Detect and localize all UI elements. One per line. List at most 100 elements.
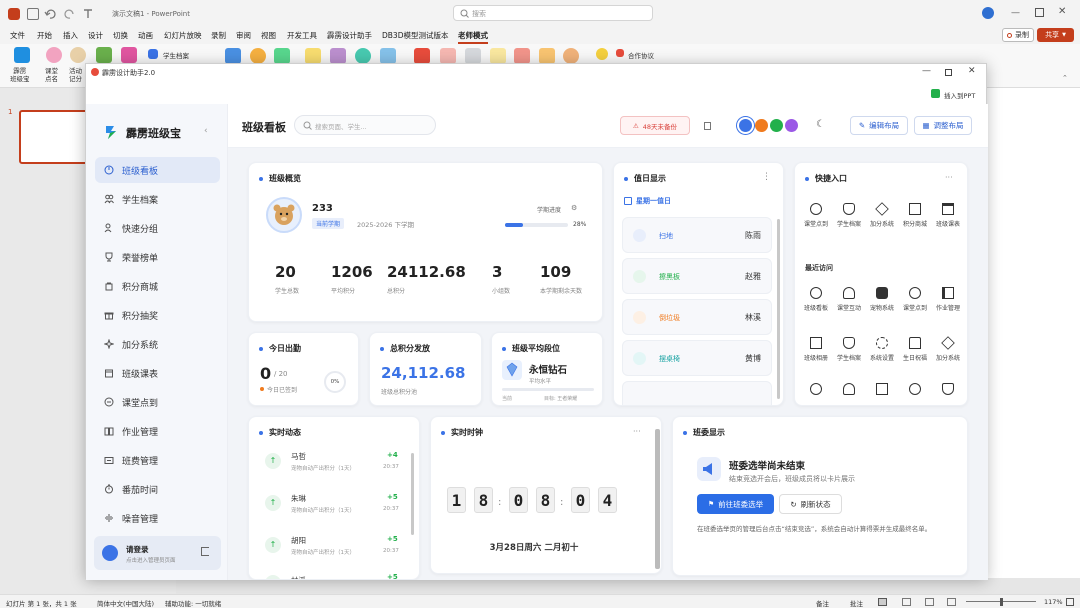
quick-item-timetable[interactable]: 班级课表: [931, 203, 965, 228]
duty-scrollbar[interactable]: [777, 219, 780, 399]
feed-item[interactable]: ↑ 马哲 宠物自动产出积分（1天） +4 20:37: [261, 447, 403, 487]
theme-color-custom[interactable]: [785, 119, 798, 132]
menu-home[interactable]: 开始: [37, 30, 52, 41]
sidebar-item-checkin[interactable]: 课堂点到: [95, 389, 220, 415]
window-maximize-icon[interactable]: [945, 69, 952, 76]
page-search-input[interactable]: 搜索页面、学生...: [294, 115, 436, 135]
recent-item-partial[interactable]: [799, 383, 833, 399]
fullscreen-icon[interactable]: [704, 122, 711, 130]
quick-item-bonus[interactable]: 加分系统: [865, 202, 899, 228]
tool-icon-10[interactable]: [355, 48, 371, 64]
menu-pili-assistant[interactable]: 霹雳设计助手: [327, 30, 372, 41]
recent-item[interactable]: 作业管理: [931, 287, 965, 312]
zoom-level[interactable]: 117%: [1044, 598, 1063, 606]
duty-item-partial[interactable]: [622, 381, 772, 405]
activity-icon[interactable]: [70, 47, 86, 63]
tool-icon-2[interactable]: [121, 47, 137, 63]
recent-item[interactable]: 系统设置: [865, 337, 899, 362]
sidebar-item-dashboard[interactable]: 班级看板: [95, 157, 220, 183]
sidebar-item-shop[interactable]: 积分商城: [95, 273, 220, 299]
coop-icon[interactable]: [616, 49, 624, 57]
recent-item[interactable]: 班级看板: [799, 287, 833, 312]
account-avatar[interactable]: [982, 7, 994, 19]
quick-item-shop[interactable]: 积分商城: [898, 203, 932, 228]
more-horizontal-icon[interactable]: ···: [945, 173, 953, 182]
slideshow-view-icon[interactable]: [947, 598, 956, 606]
collapse-sidebar-icon[interactable]: ‹: [204, 126, 208, 136]
tool-icon-15[interactable]: [490, 48, 506, 64]
search-box[interactable]: 搜索: [453, 5, 653, 21]
recent-item[interactable]: 学生档案: [832, 337, 866, 362]
tool-icon-1[interactable]: [96, 47, 112, 63]
refresh-status-button[interactable]: ↻ 刷新状态: [779, 494, 842, 514]
redo-icon[interactable]: [64, 8, 76, 20]
clock-scrollbar[interactable]: [655, 429, 660, 569]
tool-icon-16[interactable]: [514, 48, 530, 64]
sidebar-item-bonus[interactable]: 加分系统: [95, 331, 220, 357]
menu-animations[interactable]: 动画: [138, 30, 153, 41]
tool-icon-18[interactable]: [563, 48, 579, 64]
tool-icon-7[interactable]: [274, 48, 290, 64]
duty-item[interactable]: 倒垃圾 林溪: [622, 299, 772, 335]
theme-color-orange[interactable]: [755, 119, 768, 132]
tool-icon-11[interactable]: [380, 48, 396, 64]
format-icon[interactable]: [82, 8, 94, 20]
collapse-ribbon-icon[interactable]: ⌃: [1062, 74, 1068, 82]
menu-developer[interactable]: 开发工具: [287, 30, 317, 41]
feed-scrollbar[interactable]: [411, 453, 414, 535]
menu-view[interactable]: 视图: [261, 30, 276, 41]
duty-item[interactable]: 摆桌椅 黄博: [622, 340, 772, 376]
tool-icon-8[interactable]: [305, 48, 321, 64]
recent-item[interactable]: 课堂点到: [898, 287, 932, 312]
close-icon[interactable]: ✕: [1058, 6, 1066, 17]
login-card[interactable]: 请登录 点击进入管理员页面: [94, 536, 221, 570]
tool-icon-14[interactable]: [465, 48, 481, 64]
menu-design[interactable]: 设计: [88, 30, 103, 41]
adjust-layout-button[interactable]: ▦ 调整布局: [914, 116, 972, 135]
recent-item-partial[interactable]: [931, 383, 965, 399]
recent-item[interactable]: 班级相册: [799, 337, 833, 362]
tool-icon-12[interactable]: [414, 48, 430, 64]
sidebar-item-students[interactable]: 学生档案: [95, 186, 220, 212]
settings-gear-icon[interactable]: ⚙: [571, 204, 577, 212]
menu-insert[interactable]: 插入: [63, 30, 78, 41]
recent-item[interactable]: 宠物系统: [865, 287, 899, 312]
theme-color-blue[interactable]: [739, 119, 752, 132]
recent-item-partial[interactable]: [898, 383, 932, 399]
undo-icon[interactable]: [44, 8, 56, 20]
menu-record[interactable]: 录制: [211, 30, 226, 41]
sidebar-item-pomodoro[interactable]: 番茄时间: [95, 476, 220, 502]
record-button[interactable]: 录制: [1002, 28, 1034, 42]
slide-thumbnail[interactable]: [19, 110, 89, 164]
insert-ppt-icon[interactable]: [931, 89, 940, 98]
student-file-icon[interactable]: [148, 49, 158, 59]
more-horizontal-icon[interactable]: ···: [633, 427, 641, 436]
sorter-view-icon[interactable]: [902, 598, 911, 606]
sidebar-item-lottery[interactable]: 积分抽奖: [95, 302, 220, 328]
sidebar-item-grouping[interactable]: 快速分组: [95, 215, 220, 241]
tool-icon-17[interactable]: [539, 48, 555, 64]
go-election-button[interactable]: ⚑ 前往班委选举: [697, 494, 774, 514]
tool-icon-9[interactable]: [330, 48, 346, 64]
share-button[interactable]: 共享 ▼: [1037, 28, 1074, 42]
feed-item[interactable]: ↑ 胡阳 宠物自动产出积分（1天） +5 20:37: [261, 531, 403, 571]
window-minimize-icon[interactable]: —: [922, 66, 931, 76]
pili-classbox-icon[interactable]: [14, 47, 30, 63]
edit-layout-button[interactable]: ✎ 编辑布局: [850, 116, 908, 135]
maximize-icon[interactable]: [1035, 8, 1044, 17]
tool-icon-5[interactable]: [225, 48, 241, 64]
status-accessibility[interactable]: 辅助功能: 一切就绪: [165, 598, 221, 608]
sidebar-item-honors[interactable]: 荣誉榜单: [95, 244, 220, 270]
backup-warning-badge[interactable]: ⚠ 48天未备份: [620, 116, 690, 135]
menu-review[interactable]: 审阅: [236, 30, 251, 41]
logout-icon[interactable]: [201, 547, 209, 556]
more-options-icon[interactable]: ⋮: [762, 172, 771, 182]
quick-item-checkin[interactable]: 课堂点到: [799, 203, 833, 228]
notes-button[interactable]: 备注: [816, 598, 829, 608]
menu-file[interactable]: 文件: [10, 30, 25, 41]
menu-teacher-mode[interactable]: 老师模式: [458, 30, 488, 44]
theme-color-green[interactable]: [770, 119, 783, 132]
minimize-icon[interactable]: —: [1011, 8, 1020, 18]
tool-icon-13[interactable]: [440, 48, 456, 64]
menu-slideshow[interactable]: 幻灯片放映: [164, 30, 202, 41]
